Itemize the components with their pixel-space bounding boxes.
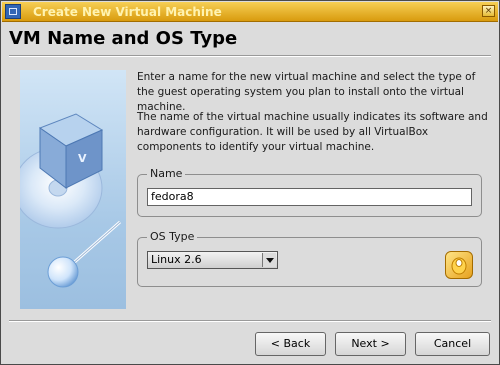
linux-os-icon — [445, 251, 473, 279]
os-logo-icon — [451, 257, 467, 275]
footer-divider — [9, 320, 491, 322]
next-button[interactable]: Next > — [335, 332, 406, 356]
back-button[interactable]: < Back — [255, 332, 326, 356]
chevron-down-icon[interactable] — [262, 253, 276, 267]
virtualbox-app-icon[interactable] — [5, 4, 21, 19]
title-bar[interactable]: Create New Virtual Machine × — [2, 2, 498, 22]
page-title: VM Name and OS Type — [9, 28, 238, 49]
name-group-label: Name — [147, 167, 186, 180]
close-window-icon[interactable]: × — [482, 5, 495, 17]
virtualbox-side-illustration: V — [20, 70, 126, 309]
header-divider — [9, 55, 491, 57]
window-title: Create New Virtual Machine — [33, 5, 222, 19]
virtualbox-cube-illustration-icon: V — [20, 113, 121, 288]
intro-text: Enter a name for the new virtual machine… — [137, 71, 476, 113]
os-type-group-label: OS Type — [147, 230, 198, 243]
cancel-button[interactable]: Cancel — [415, 332, 490, 356]
wizard-window: Create New Virtual Machine × VM Name and… — [0, 0, 500, 365]
svg-text:V: V — [78, 152, 87, 165]
vm-name-input[interactable]: fedora8 — [147, 188, 472, 206]
os-type-selected: Linux 2.6 — [151, 253, 202, 266]
name-explanation-text: The name of the virtual machine usually … — [137, 111, 488, 153]
os-type-select[interactable]: Linux 2.6 — [147, 251, 278, 269]
